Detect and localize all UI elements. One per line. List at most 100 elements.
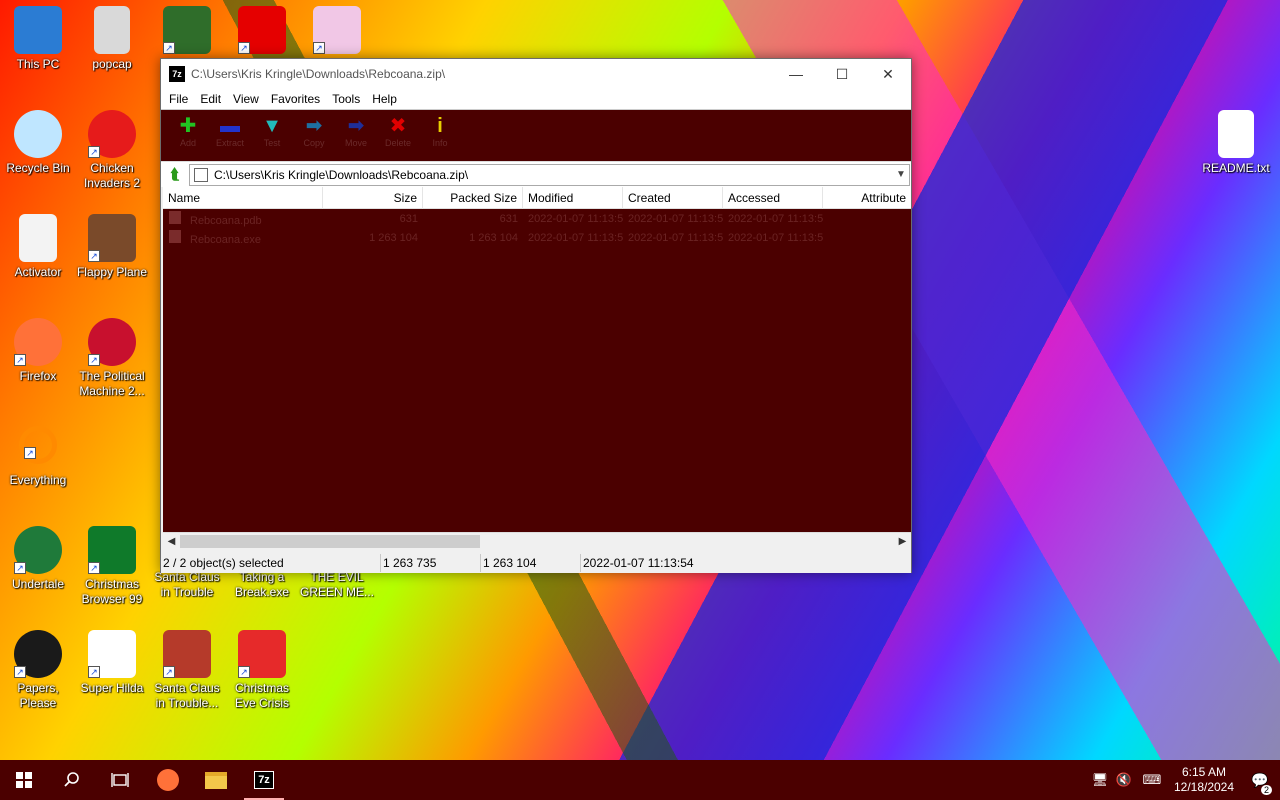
menu-file[interactable]: File xyxy=(163,92,194,106)
menu-view[interactable]: View xyxy=(227,92,265,106)
column-accessed[interactable]: Accessed xyxy=(723,186,823,209)
firefox-icon xyxy=(157,769,179,791)
desktop-icon-popcap[interactable]: popcap xyxy=(74,6,150,72)
desktop-icon-label: Christmas Eve Crisis xyxy=(234,681,289,710)
start-button[interactable] xyxy=(0,760,48,800)
table-row[interactable]: Rebcoana.pdb 631 631 2022-01-07 11:13:54… xyxy=(163,209,911,228)
keyboard-icon[interactable]: ⌨ xyxy=(1136,772,1168,788)
cell-size: 631 xyxy=(399,212,418,225)
chicken-icon: ↗ xyxy=(88,110,136,158)
shortcut-arrow-icon: ↗ xyxy=(14,354,26,366)
desktop-icon-firefox[interactable]: ↗ Firefox xyxy=(0,318,76,384)
status-packed: 1 263 104 xyxy=(481,554,581,572)
extract-button[interactable]: ▬ Extract xyxy=(209,114,251,148)
title-bar[interactable]: 7z C:\Users\Kris Kringle\Downloads\Rebco… xyxy=(161,59,911,89)
desktop-icon-undertale[interactable]: ↗ Undertale xyxy=(0,526,76,592)
volume-muted-icon[interactable]: 🔇 xyxy=(1112,772,1136,788)
desktop-icon-mcdonalds[interactable]: ↗ xyxy=(224,6,300,57)
exe-file-icon xyxy=(169,229,181,243)
shortcut-arrow-icon: ↗ xyxy=(238,666,250,678)
desktop-icon-super-hilda[interactable]: ↗ Super Hilda xyxy=(74,630,150,696)
add-icon: ✚ xyxy=(179,115,197,137)
close-button[interactable]: ✕ xyxy=(865,59,911,89)
notification-center-button[interactable]: 💬 2 xyxy=(1240,772,1280,795)
desktop-icon-political-machine[interactable]: ↗ The Political Machine 2... xyxy=(74,318,150,399)
desktop-icon-label: Santa Claus in Trouble... xyxy=(154,681,220,710)
desktop-icon-papers-please[interactable]: ↗ Papers, Please xyxy=(0,630,76,711)
shortcut-arrow-icon: ↗ xyxy=(14,562,26,574)
file-icon xyxy=(19,214,57,262)
desktop-icon-label: Flappy Plane xyxy=(76,265,148,279)
system-tray: 🖥 🔇 ⌨ 6:15 AM 12/18/2024 💬 2 xyxy=(1088,760,1280,800)
column-packed-size[interactable]: Packed Size xyxy=(423,186,523,209)
desktop-icon-christmas-browser[interactable]: ↗ Christmas Browser 99 xyxy=(74,526,150,607)
delete-button[interactable]: ✖ Delete xyxy=(377,114,419,148)
desktop-icon-christmas-eve-crisis[interactable]: ↗ Christmas Eve Crisis xyxy=(224,630,300,711)
move-icon: ➡ xyxy=(347,115,365,137)
desktop-icon-label: Taking a Break.exe xyxy=(234,570,290,599)
move-button[interactable]: ➡ Move xyxy=(335,114,377,148)
political-2020-icon: ↗ xyxy=(88,318,136,366)
desktop-icon-santa-claus-in-trouble[interactable]: Santa Claus in Trouble xyxy=(149,570,225,600)
desktop-icon-santa-claus-in-trouble-2[interactable]: ↗ Santa Claus in Trouble... xyxy=(149,630,225,711)
add-button[interactable]: ✚ Add xyxy=(167,114,209,148)
copy-button[interactable]: ➡ Copy xyxy=(293,114,335,148)
taskbar-firefox[interactable] xyxy=(144,760,192,800)
horizontal-scrollbar[interactable]: ◀ ▶ xyxy=(163,532,911,549)
menu-edit[interactable]: Edit xyxy=(194,92,227,106)
network-icon[interactable]: 🖥 xyxy=(1088,772,1112,788)
column-name[interactable]: Name xyxy=(163,186,323,209)
scroll-track[interactable] xyxy=(180,534,894,549)
minimize-button[interactable]: — xyxy=(773,59,819,89)
cell-size: 1 263 104 xyxy=(369,231,418,244)
info-button[interactable]: i Info xyxy=(419,114,461,148)
address-combobox[interactable]: C:\Users\Kris Kringle\Downloads\Rebcoana… xyxy=(189,163,910,186)
shortcut-arrow-icon: ↗ xyxy=(88,354,100,366)
desktop-icon-recycle-bin[interactable]: Recycle Bin xyxy=(0,110,76,176)
menu-help[interactable]: Help xyxy=(366,92,403,106)
desktop-icon-game-character[interactable]: ↗ xyxy=(149,6,225,57)
column-created[interactable]: Created xyxy=(623,186,723,209)
up-folder-icon[interactable]: ⮬ xyxy=(161,166,189,183)
desktop-icon-label: Firefox xyxy=(19,369,57,383)
column-modified[interactable]: Modified xyxy=(523,186,623,209)
shortcut-arrow-icon: ↗ xyxy=(88,250,100,262)
desktop-icon-readme[interactable]: README.txt xyxy=(1198,110,1274,176)
column-attribute[interactable]: Attribute xyxy=(823,187,911,209)
table-row[interactable]: Rebcoana.exe 1 263 104 1 263 104 2022-01… xyxy=(163,228,911,247)
santa-face-icon: ↗ xyxy=(238,630,286,678)
menu-bar: File Edit View Favorites Tools Help xyxy=(161,89,911,109)
undertale-icon: ↗ xyxy=(14,526,62,574)
task-view-button[interactable] xyxy=(96,760,144,800)
desktop-icon-flappy-plane[interactable]: ↗ Flappy Plane xyxy=(74,214,150,280)
status-bar: 2 / 2 object(s) selected 1 263 735 1 263… xyxy=(161,553,911,573)
desktop-icon-chicken-invaders[interactable]: ↗ Chicken Invaders 2 xyxy=(74,110,150,191)
move-label: Move xyxy=(344,138,367,148)
folder-icon xyxy=(205,771,227,789)
chevron-down-icon[interactable]: ▼ xyxy=(893,169,909,180)
desktop-icon-this-pc[interactable]: This PC xyxy=(0,6,76,72)
game-character-icon: ↗ xyxy=(163,6,211,54)
desktop-icon-everything[interactable]: ↗ Everything xyxy=(0,422,76,488)
desktop-icon-label: THE EVIL GREEN ME... xyxy=(299,570,374,599)
menu-tools[interactable]: Tools xyxy=(326,92,366,106)
desktop-icon-evil-green-me[interactable]: THE EVIL GREEN ME... xyxy=(299,570,375,600)
scroll-right-icon[interactable]: ▶ xyxy=(894,536,911,547)
desktop-icon-unicorn-pig[interactable]: ↗ xyxy=(299,6,375,57)
taskbar-7zip[interactable]: 7z xyxy=(240,760,288,800)
desktop-icon-taking-a-break[interactable]: Taking a Break.exe xyxy=(224,570,300,600)
clock[interactable]: 6:15 AM 12/18/2024 xyxy=(1168,765,1240,795)
search-button[interactable] xyxy=(48,760,96,800)
test-button[interactable]: ▼ Test xyxy=(251,114,293,148)
scroll-left-icon[interactable]: ◀ xyxy=(163,536,180,547)
desktop-icon-label: Super Hilda xyxy=(80,681,144,695)
cell-modified: 2022-01-07 11:13:54 xyxy=(528,231,623,244)
maximize-button[interactable]: ☐ xyxy=(819,59,865,89)
column-size[interactable]: Size xyxy=(323,186,423,209)
scroll-thumb[interactable] xyxy=(180,534,480,548)
menu-favorites[interactable]: Favorites xyxy=(265,92,326,106)
desktop-icon-activator[interactable]: Activator xyxy=(0,214,76,280)
taskbar-file-explorer[interactable] xyxy=(192,760,240,800)
7zip-app-icon: 7z xyxy=(254,771,274,789)
clock-date: 12/18/2024 xyxy=(1173,780,1235,794)
